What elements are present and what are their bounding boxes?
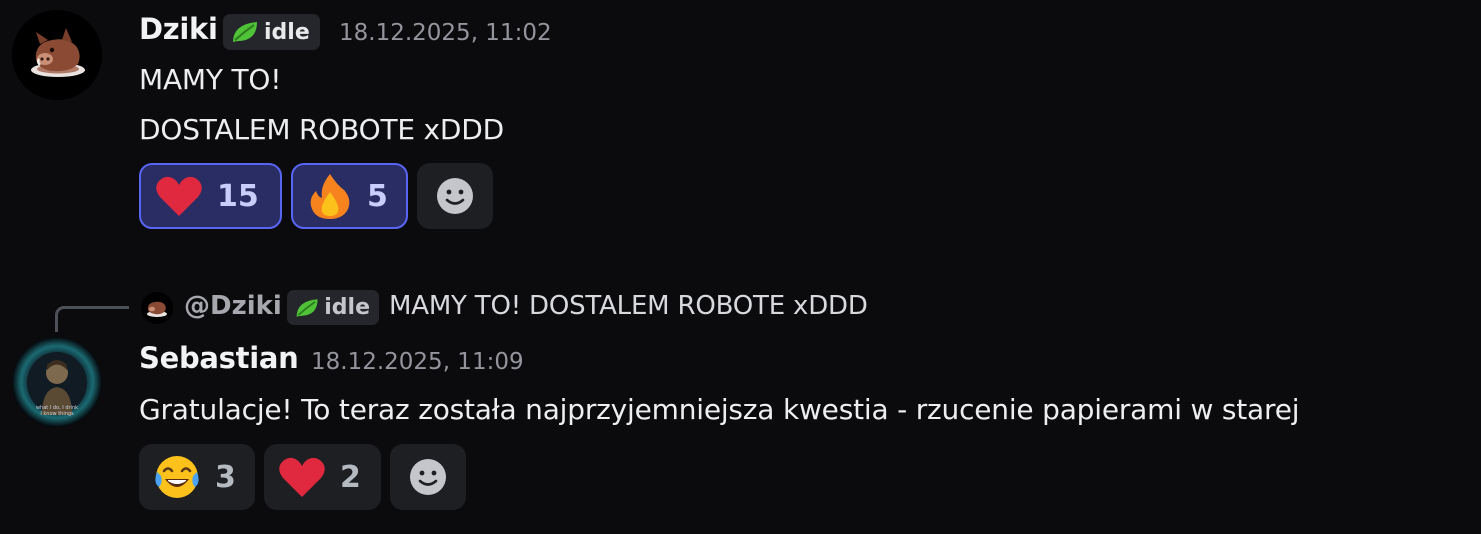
reaction-count: 3 [215, 459, 236, 495]
reply-avatar[interactable] [141, 292, 173, 324]
reaction-count: 2 [340, 459, 361, 495]
author-name[interactable]: Sebastian [139, 341, 299, 375]
reply-preview-text[interactable]: MAMY TO! DOSTALEM ROBOTE xDDD [389, 291, 868, 321]
reaction-heart[interactable]: 2 [264, 444, 381, 510]
server-tag[interactable]: idle [287, 290, 379, 325]
boar-avatar-icon [12, 10, 102, 100]
add-reaction-button[interactable] [417, 163, 493, 229]
heart-emoji-icon [279, 457, 325, 497]
svg-text:I know things: I know things [40, 411, 74, 417]
reaction-count: 15 [217, 178, 259, 214]
reply-mention[interactable]: @Dziki [184, 291, 282, 321]
reply-spine [55, 306, 129, 332]
reaction-fire[interactable]: 5 [291, 163, 408, 229]
avatar-dziki[interactable] [12, 10, 102, 100]
character-avatar-icon: what I do, I drink I know things [12, 337, 102, 427]
reaction-heart[interactable]: 15 [139, 163, 282, 229]
message-line: MAMY TO! [139, 63, 282, 96]
leaf-icon [233, 22, 257, 42]
timestamp[interactable]: 18.12.2025, 11:09 [311, 349, 524, 375]
smiley-icon [437, 178, 473, 214]
server-tag-label: idle [264, 19, 310, 45]
timestamp[interactable]: 18.12.2025, 11:02 [339, 20, 552, 46]
author-name[interactable]: Dziki [139, 12, 218, 46]
reaction-count: 5 [367, 178, 388, 214]
reaction-joy[interactable]: 3 [139, 444, 255, 510]
heart-emoji-icon [156, 176, 202, 216]
joy-emoji-icon [155, 456, 199, 498]
message-line: DOSTALEM ROBOTE xDDD [139, 113, 505, 146]
smiley-icon [410, 459, 446, 495]
server-tag-label: idle [324, 295, 370, 320]
server-tag[interactable]: idle [223, 14, 320, 50]
message-line: Gratulacje! To teraz została najprzyjemn… [139, 393, 1300, 426]
fire-emoji-icon [310, 174, 350, 219]
add-reaction-button[interactable] [390, 444, 466, 510]
leaf-icon [296, 298, 318, 317]
avatar-sebastian[interactable]: what I do, I drink I know things [12, 337, 102, 427]
boar-avatar-icon [147, 301, 167, 317]
